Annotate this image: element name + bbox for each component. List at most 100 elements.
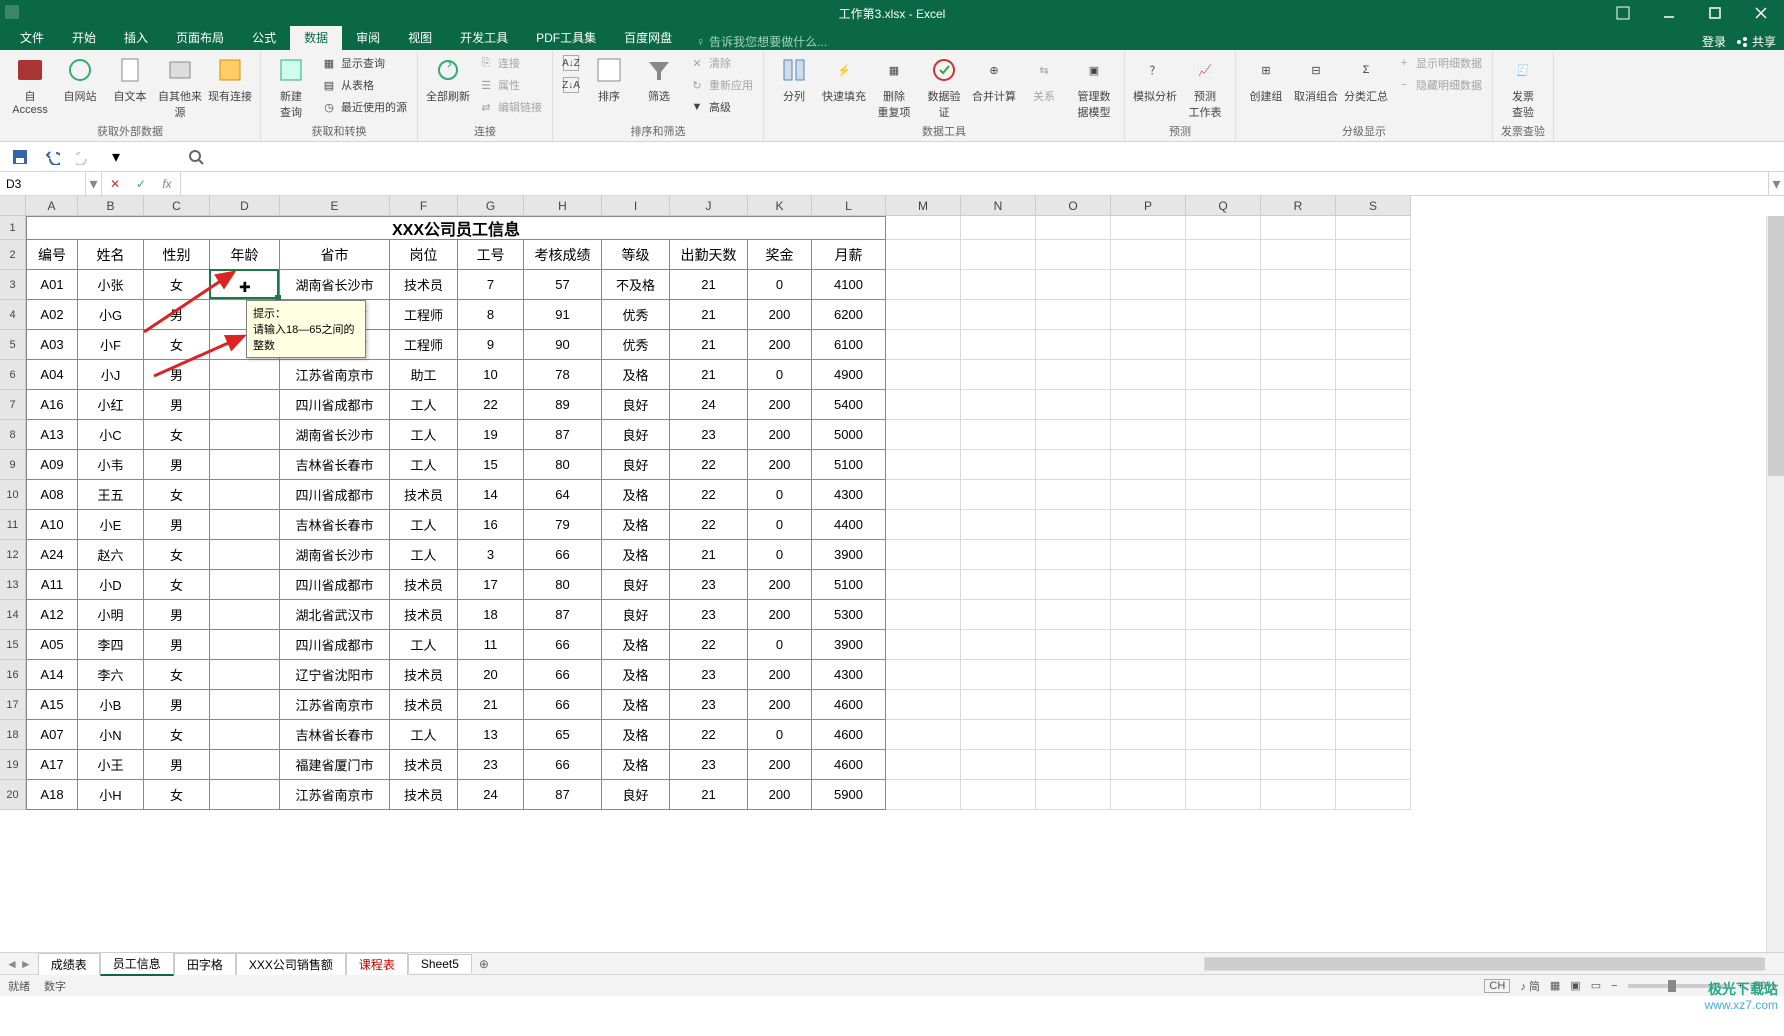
cell[interactable]: 小王 [78, 750, 144, 780]
column-header[interactable]: M [886, 196, 961, 216]
cell[interactable]: 19 [458, 420, 524, 450]
group-button[interactable]: ⊞创建组 [1242, 52, 1290, 106]
row-header[interactable]: 3 [0, 270, 26, 300]
sort-desc-button[interactable]: Z↓A [559, 74, 583, 96]
cell[interactable]: 女 [144, 570, 210, 600]
cell[interactable]: 17 [458, 570, 524, 600]
cell[interactable]: 200 [748, 330, 812, 360]
cell[interactable]: 10 [458, 360, 524, 390]
cell[interactable]: 21 [670, 330, 748, 360]
cell[interactable] [961, 420, 1036, 450]
cell[interactable]: 优秀 [602, 300, 670, 330]
cell[interactable] [1336, 240, 1411, 270]
cell[interactable] [886, 270, 961, 300]
cell[interactable]: 87 [524, 420, 602, 450]
ime-indicator[interactable]: CH [1484, 979, 1510, 993]
cell[interactable]: 王五 [78, 480, 144, 510]
row-header[interactable]: 1 [0, 216, 26, 240]
cell[interactable]: 等级 [602, 240, 670, 270]
ribbon-options-button[interactable] [1600, 0, 1646, 26]
cell[interactable]: 23 [670, 690, 748, 720]
cell[interactable] [961, 480, 1036, 510]
row-header[interactable]: 12 [0, 540, 26, 570]
cell[interactable]: 8 [458, 300, 524, 330]
cell[interactable]: 李六 [78, 660, 144, 690]
save-button[interactable] [8, 145, 32, 169]
cell[interactable]: 65 [524, 720, 602, 750]
cell[interactable]: 及格 [602, 540, 670, 570]
cell[interactable]: 工程师 [390, 330, 458, 360]
column-header[interactable]: F [390, 196, 458, 216]
cell[interactable]: 0 [748, 480, 812, 510]
cell[interactable] [886, 360, 961, 390]
cell[interactable]: 小C [78, 420, 144, 450]
cell[interactable] [1261, 540, 1336, 570]
filter-button[interactable]: 筛选 [635, 52, 683, 106]
cell[interactable]: 工号 [458, 240, 524, 270]
cell[interactable] [1186, 600, 1261, 630]
cell[interactable] [886, 570, 961, 600]
cell[interactable]: 及格 [602, 630, 670, 660]
cell[interactable]: 200 [748, 660, 812, 690]
cell[interactable]: 64 [524, 480, 602, 510]
select-all-corner[interactable] [0, 196, 26, 216]
cell[interactable] [1186, 510, 1261, 540]
cell[interactable]: A15 [26, 690, 78, 720]
cell[interactable]: 6100 [812, 330, 886, 360]
cell[interactable] [1336, 330, 1411, 360]
cell[interactable]: 良好 [602, 600, 670, 630]
cell[interactable] [1111, 390, 1186, 420]
cell[interactable]: 23 [458, 750, 524, 780]
cell[interactable]: 女 [144, 540, 210, 570]
cell[interactable] [1036, 690, 1111, 720]
tell-me-input[interactable]: ♀ 告诉我您想要做什么... [696, 33, 827, 50]
cell[interactable] [961, 690, 1036, 720]
cell[interactable]: 性别 [144, 240, 210, 270]
cell[interactable]: 四川省成都市 [280, 390, 390, 420]
cell[interactable] [1261, 690, 1336, 720]
cell[interactable]: 200 [748, 300, 812, 330]
cell[interactable]: 4600 [812, 750, 886, 780]
cell[interactable]: 技术员 [390, 480, 458, 510]
cell[interactable]: 湖南省长沙市 [280, 420, 390, 450]
cell[interactable] [961, 660, 1036, 690]
cell[interactable]: 女 [144, 780, 210, 810]
cell[interactable]: 赵六 [78, 540, 144, 570]
cell[interactable] [1111, 690, 1186, 720]
cell[interactable]: 5300 [812, 600, 886, 630]
cell[interactable] [1111, 570, 1186, 600]
cell[interactable] [886, 510, 961, 540]
column-header[interactable]: A [26, 196, 78, 216]
cell[interactable] [886, 390, 961, 420]
cell[interactable]: A14 [26, 660, 78, 690]
view-pagebreak-button[interactable]: ▭ [1591, 979, 1601, 992]
cell[interactable] [1186, 720, 1261, 750]
cell[interactable]: 编号 [26, 240, 78, 270]
cell[interactable]: 优秀 [602, 330, 670, 360]
cell[interactable]: 5900 [812, 780, 886, 810]
cell[interactable]: 22 [670, 510, 748, 540]
cell[interactable] [1111, 300, 1186, 330]
cell[interactable]: 18 [458, 600, 524, 630]
cell[interactable] [210, 450, 280, 480]
cell[interactable] [1111, 330, 1186, 360]
cell[interactable]: 女 [144, 330, 210, 360]
worksheet-grid[interactable]: ABCDEFGHIJKLMNOPQRS 12345678910111213141… [0, 196, 1784, 952]
cell[interactable] [1336, 510, 1411, 540]
login-button[interactable]: 登录 [1702, 33, 1726, 50]
fx-cancel-button[interactable]: ✕ [102, 177, 128, 191]
cell[interactable]: 姓名 [78, 240, 144, 270]
tab-dev[interactable]: 开发工具 [446, 25, 522, 50]
cell[interactable]: 9 [458, 330, 524, 360]
cell[interactable]: 13 [458, 720, 524, 750]
cell[interactable] [1036, 600, 1111, 630]
cell[interactable]: 女 [144, 420, 210, 450]
cell[interactable] [1111, 750, 1186, 780]
cell[interactable]: 24 [670, 390, 748, 420]
tab-pdf[interactable]: PDF工具集 [522, 25, 610, 50]
sheet-tab[interactable]: 成绩表 [38, 953, 100, 975]
cell[interactable]: 吉林省长春市 [280, 510, 390, 540]
cell[interactable]: A02 [26, 300, 78, 330]
column-header[interactable]: S [1336, 196, 1411, 216]
tab-data[interactable]: 数据 [290, 25, 342, 50]
